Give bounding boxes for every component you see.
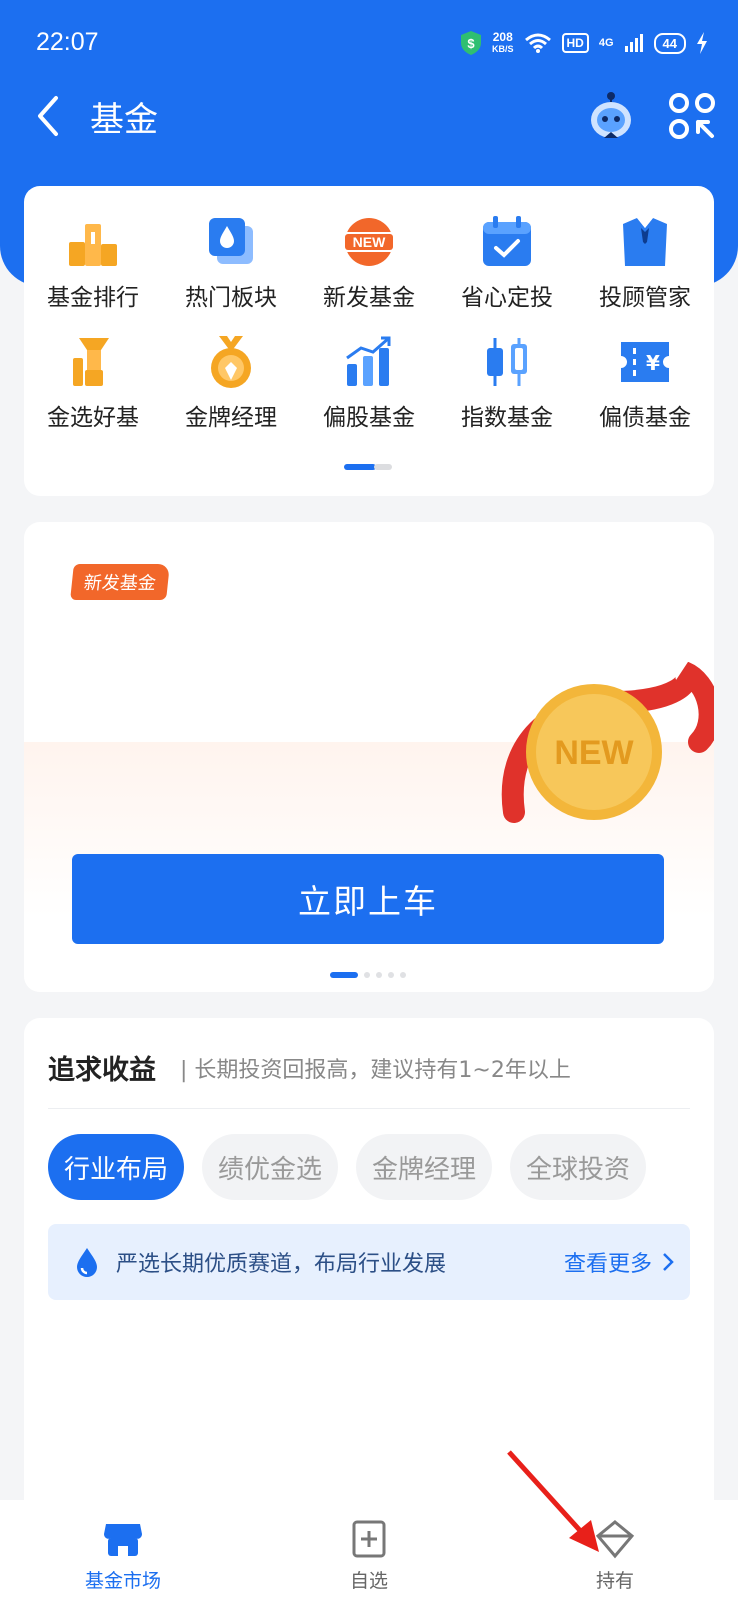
grid-label: 偏债基金 [599,405,691,431]
tab-label: 自选 [349,1570,388,1592]
view-more-label: 查看更多 [563,1252,652,1277]
page-dot-active [344,464,376,470]
tab-label: 基金市场 [84,1570,161,1592]
grid-label: 热门板块 [185,285,277,311]
new-medal-icon: NEW [501,662,714,823]
new-badge-icon: NEW [343,218,395,266]
status-icons: $ 208 KB/S HD 4G 44 [460,30,708,56]
banner-dot [364,972,370,978]
speed-value: 208 [492,30,513,44]
store-icon [104,1524,142,1556]
chip-industry[interactable]: 行业布局 [48,1134,185,1200]
tab-watchlist[interactable]: 自选 [246,1500,492,1600]
chevron-right-icon [663,1253,674,1271]
banner-dot [388,972,394,978]
grid-item-equity-funds[interactable]: 偏股基金 [300,334,438,438]
grid-label: 省心定投 [461,285,553,311]
bottom-tab-bar: 基金市场 自选 持有 [0,1500,738,1600]
divider [48,1108,690,1109]
info-text: 严选长期优质赛道，布局行业发展 [116,1252,447,1277]
candlestick-icon [487,338,527,386]
wifi-icon [524,33,551,53]
battery-indicator: 44 [653,32,686,54]
bar-chart-icon [346,336,391,386]
tab-fund-market[interactable]: 基金市场 [0,1500,246,1600]
charging-icon [697,32,707,54]
grid-label: 基金排行 [47,285,139,311]
grid-label: 偏股基金 [323,405,415,431]
status-time: 22:07 [36,28,99,56]
grid-item-new-funds[interactable]: NEW 新发基金 [300,214,438,318]
suit-icon [623,218,667,266]
network-speed: 208 KB/S [492,31,514,55]
promo-banner[interactable]: 新发基金 NEW 立即上车 [24,522,714,992]
grid-item-gold-picks[interactable]: 金选好基 [24,334,162,438]
svg-text:NEW: NEW [353,234,386,250]
view-more-link[interactable]: 查看更多 [564,1246,674,1278]
drop-cards-icon [209,218,253,264]
calendar-check-icon [483,216,531,266]
grid-label: 新发基金 [323,285,415,311]
grid-label: 指数基金 [461,405,553,431]
hd-badge: HD [561,33,589,53]
page-dot [374,464,392,470]
tab-label: 持有 [595,1570,634,1592]
svg-text:¥: ¥ [646,351,660,375]
banner-dot [400,972,406,978]
info-bar[interactable]: 严选长期优质赛道，布局行业发展 查看更多 [48,1224,690,1300]
grid-item-fund-ranking[interactable]: 基金排行 [24,214,162,318]
add-bookmark-icon [352,1520,386,1558]
medal-icon [211,336,251,388]
banner-dot [376,972,382,978]
yen-ticket-icon: ¥ [621,342,669,382]
grid-item-hot-sectors[interactable]: 热门板块 [162,214,300,318]
banner-dot-active [330,972,358,978]
grid-item-bond-funds[interactable]: ¥ 偏债基金 [576,334,714,438]
category-chips: 行业布局 绩优金选 金牌经理 全球投资 [48,1134,647,1200]
tab-holdings[interactable]: 持有 [492,1500,738,1600]
diamond-icon [595,1520,635,1559]
chip-top-performers[interactable]: 绩优金选 [202,1134,339,1200]
chip-global[interactable]: 全球投资 [510,1134,647,1200]
grid-item-auto-invest[interactable]: 省心定投 [438,214,576,318]
status-bar: 22:07 $ 208 KB/S HD 4G 44 [0,0,738,66]
section-title: 追求收益 [48,1055,156,1086]
grid-label: 金牌经理 [185,405,277,431]
robot-icon[interactable] [588,90,634,142]
grid-item-gold-manager[interactable]: 金牌经理 [162,334,300,438]
grid-page-indicator [344,464,392,470]
page-title: 基金 [90,100,158,140]
podium-icon [69,224,117,266]
section-subtitle: | 长期投资回报高，建议持有1~2年以上 [180,1058,571,1083]
shortcut-grid-card: 基金排行 热门板块 NEW 新发基金 省心定投 投顾管家 金选好基 金牌经理 偏… [24,186,714,496]
medal-text: NEW [554,734,634,772]
speed-unit: KB/S [491,44,514,54]
water-drop-icon [77,1248,97,1277]
scan-icon[interactable] [668,92,716,140]
grid-label: 金选好基 [47,405,139,431]
chip-gold-manager[interactable]: 金牌经理 [356,1134,493,1200]
chevron-left-icon[interactable] [30,92,70,140]
trophy-icon [73,338,109,386]
grid-item-index-funds[interactable]: 指数基金 [438,334,576,438]
grid-label: 投顾管家 [599,285,691,311]
grid-item-advisor[interactable]: 投顾管家 [576,214,714,318]
svg-text:$: $ [467,36,475,51]
network-type: 4G [598,37,614,49]
new-fund-badge: 新发基金 [70,564,170,600]
shortcut-grid: 基金排行 热门板块 NEW 新发基金 省心定投 投顾管家 金选好基 金牌经理 偏… [24,214,714,438]
banner-page-indicator [330,972,406,978]
nav-bar: 基金 [0,66,738,166]
board-now-button[interactable]: 立即上车 [72,854,664,944]
signal-icon [624,34,643,52]
shield-icon: $ [460,31,481,55]
